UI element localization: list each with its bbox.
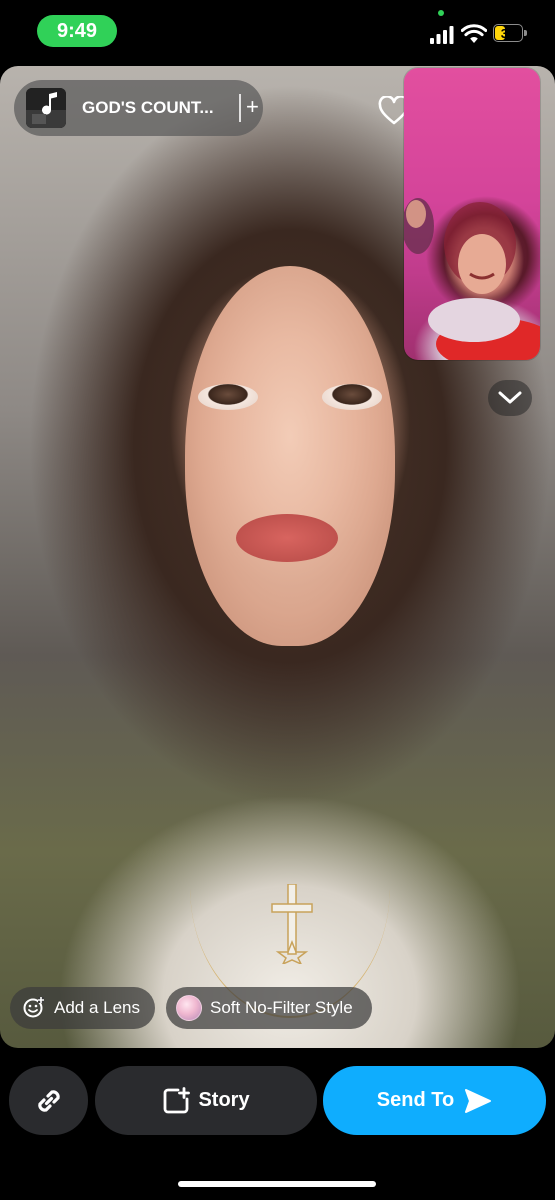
link-button[interactable] (9, 1066, 88, 1135)
send-to-label: Send To (376, 1089, 455, 1111)
send-to-button[interactable]: Send To (323, 1066, 546, 1135)
add-story-icon (164, 1086, 191, 1113)
story-label: Story (198, 1089, 250, 1111)
music-add-button[interactable]: + (246, 80, 259, 136)
battery-tip (524, 30, 527, 36)
filter-style-swatch (176, 995, 202, 1021)
video-call-pip[interactable] (404, 68, 540, 360)
selfie-left-eye (198, 384, 258, 410)
lens-smiley-icon (23, 997, 44, 1018)
send-arrow-icon (465, 1088, 492, 1113)
add-lens-button[interactable]: Add a Lens (10, 987, 155, 1029)
wifi-icon (461, 24, 487, 43)
filter-style-label: Soft No-Filter Style (210, 998, 353, 1017)
collapse-button[interactable] (488, 380, 532, 416)
battery-level: 37 (500, 25, 516, 41)
selfie-right-eye (322, 384, 382, 410)
status-time: 9:49 (56, 19, 98, 42)
add-lens-label: Add a Lens (54, 998, 141, 1017)
signal-icon (430, 26, 454, 44)
music-title: GOD'S COUNT... (82, 98, 214, 117)
music-album-art (26, 88, 66, 128)
chevron-down-icon (498, 391, 522, 404)
snap-preview-screen: 9:49 37 GOD'S COUNT... + Add a Lens Soft… (0, 0, 555, 1200)
selfie-lips (236, 514, 338, 562)
cross-pendant (271, 884, 313, 964)
music-sticker[interactable]: GOD'S COUNT... + (14, 80, 263, 136)
music-divider (239, 94, 241, 122)
camera-in-use-indicator (438, 10, 444, 16)
status-bar: 9:49 37 (0, 0, 555, 64)
link-icon (37, 1089, 60, 1112)
filter-style-button[interactable]: Soft No-Filter Style (166, 987, 372, 1029)
selfie-face (185, 266, 395, 646)
time-pill[interactable]: 9:49 (37, 15, 117, 47)
story-button[interactable]: Story (95, 1066, 317, 1135)
music-note-icon (26, 88, 66, 128)
battery-icon: 37 (493, 24, 529, 44)
home-indicator[interactable] (178, 1181, 376, 1187)
pip-participants (404, 198, 540, 360)
